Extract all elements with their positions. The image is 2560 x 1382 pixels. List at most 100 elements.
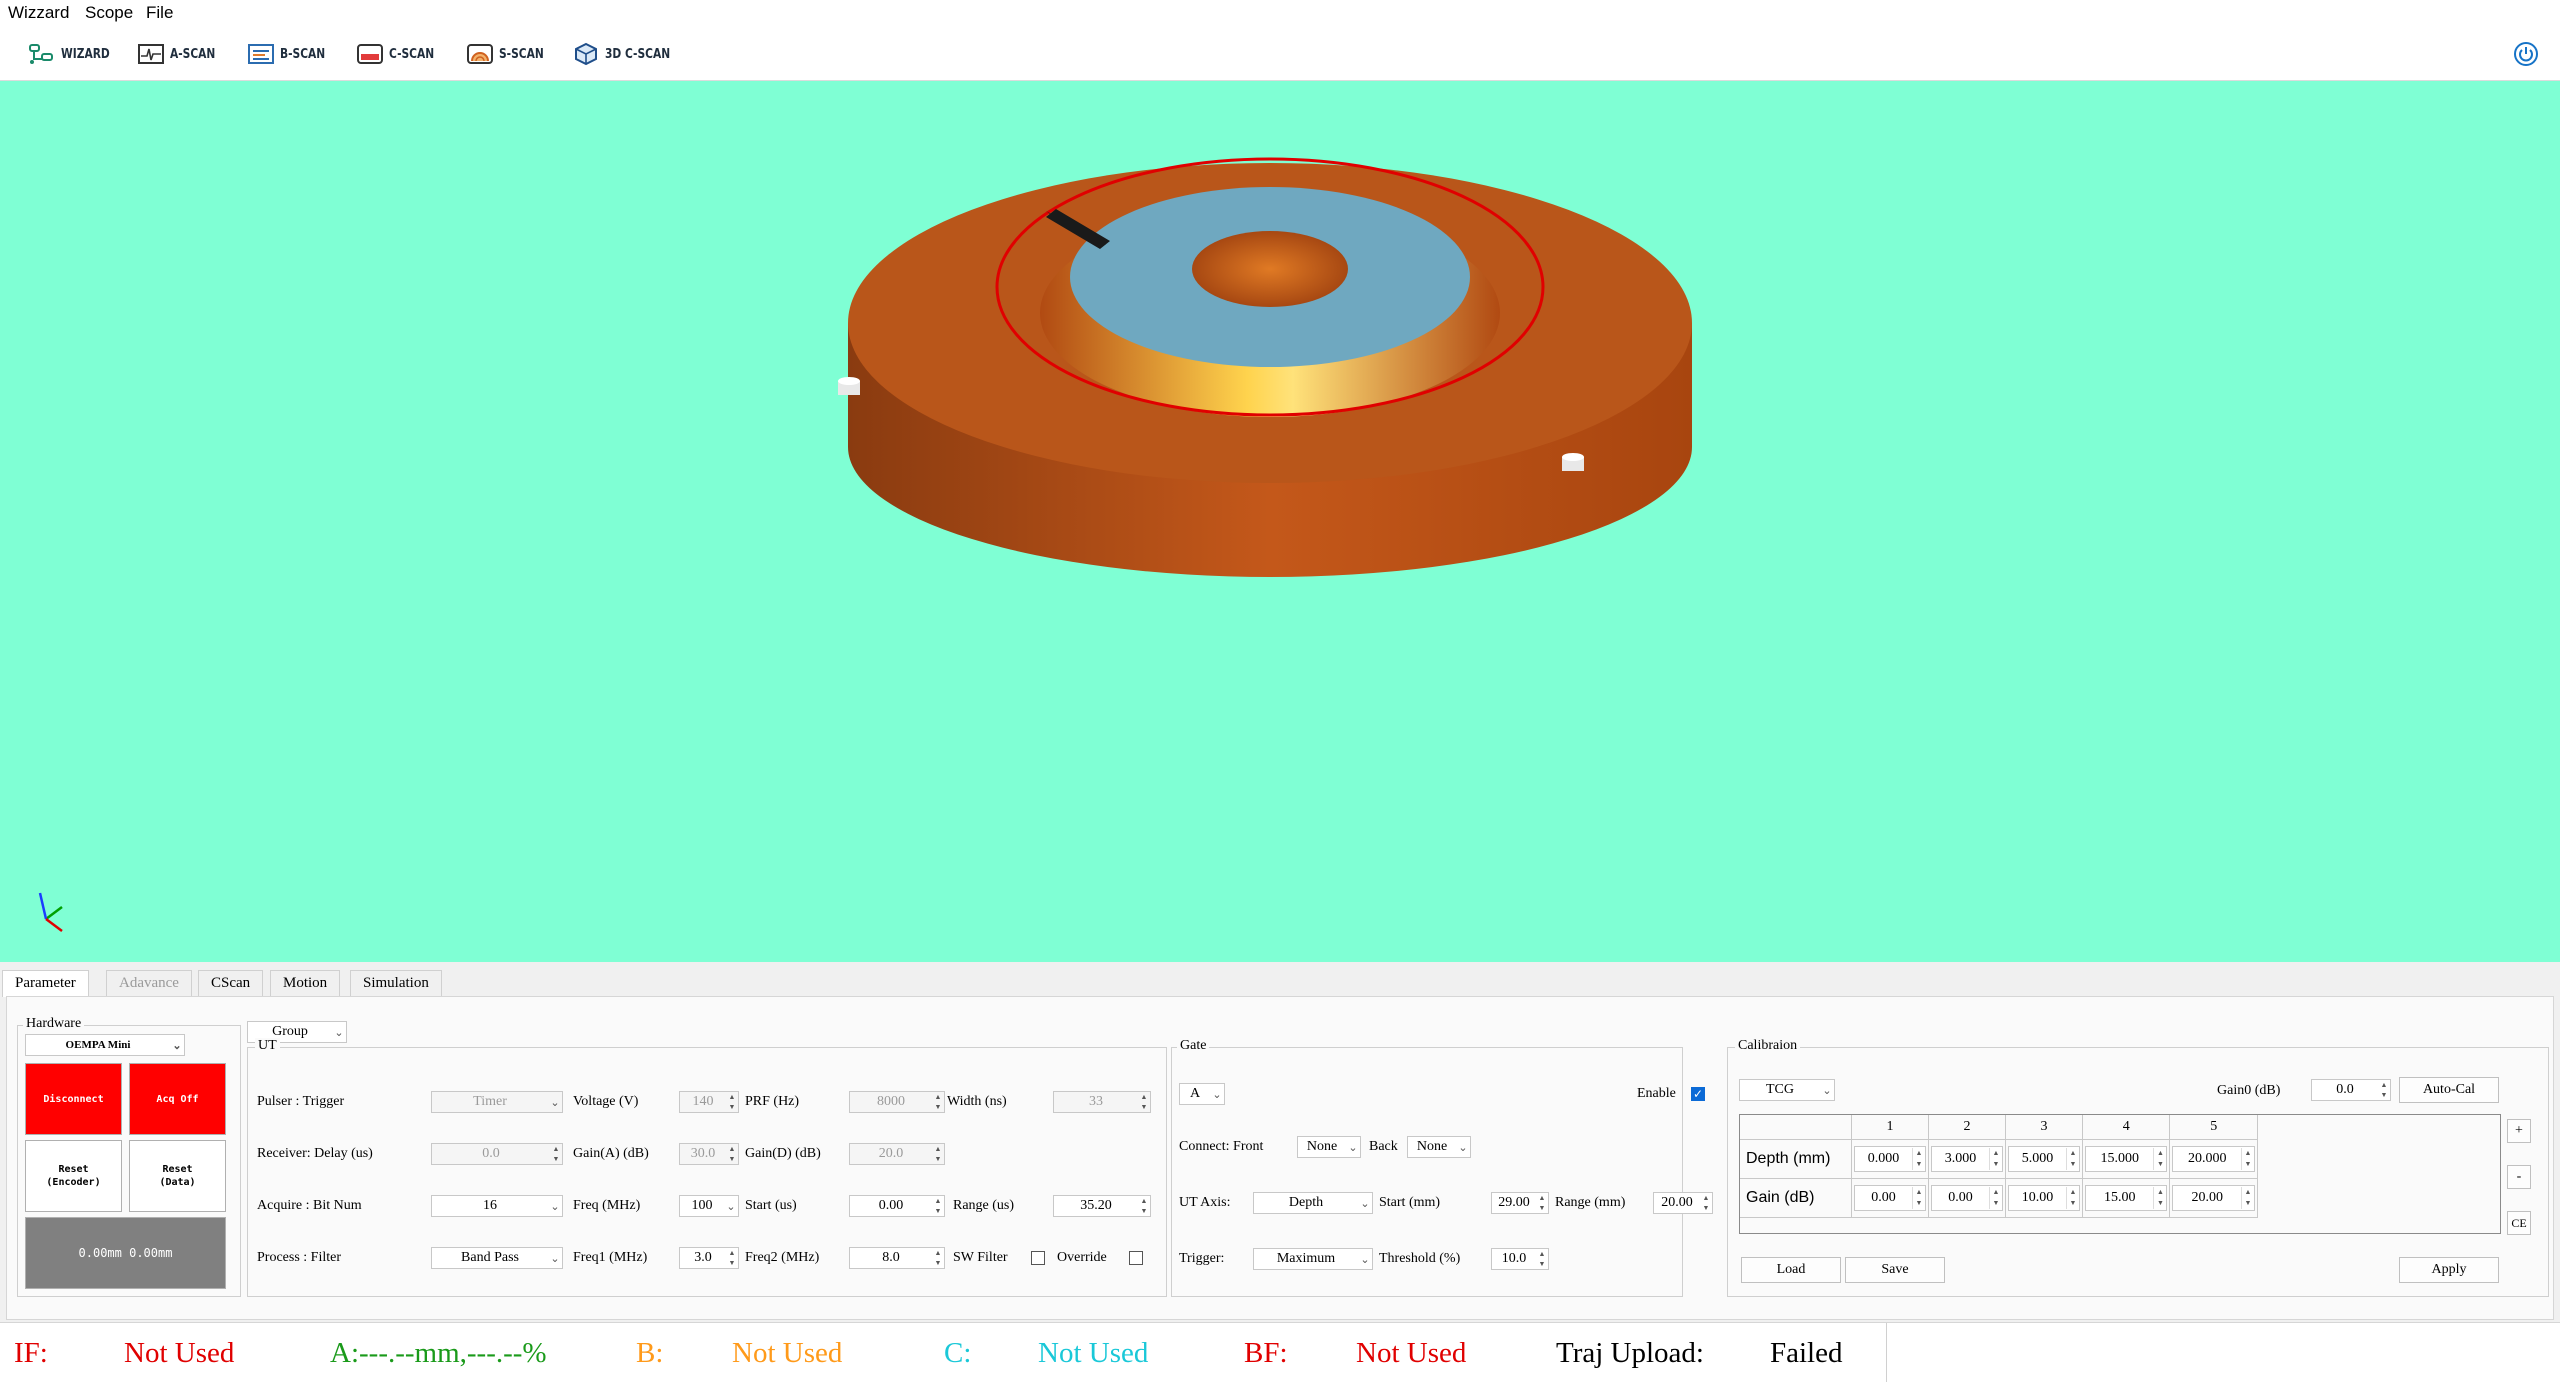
spinner-arrows-icon[interactable]: ▲ ▼ <box>932 1092 944 1112</box>
gain-cell-3[interactable]: 10.00 ▲ ▼ <box>2008 1185 2080 1211</box>
menu-file[interactable]: File <box>146 3 173 23</box>
front-value: None <box>1306 1139 1338 1154</box>
auto-cal-button[interactable]: Auto-Cal <box>2399 1077 2499 1103</box>
tab-advance[interactable]: Adavance <box>106 970 192 997</box>
depth-cell-3[interactable]: 5.000 ▲ ▼ <box>2008 1146 2080 1172</box>
spinner-arrows-icon[interactable]: ▲ ▼ <box>932 1196 944 1216</box>
tab-parameter[interactable]: Parameter <box>2 970 89 997</box>
position-readout: 0.00mm 0.00mm <box>25 1217 226 1289</box>
spinner-arrows-icon[interactable]: ▲ ▼ <box>1138 1092 1150 1112</box>
b-label: B: <box>636 1337 664 1369</box>
gain-cell-1[interactable]: 0.00 ▲ ▼ <box>1854 1185 1926 1211</box>
ascan-button[interactable]: A-SCAN <box>137 40 225 68</box>
cal-mode-select[interactable]: TCG ⌄ <box>1739 1079 1835 1101</box>
reset-data-button[interactable]: Reset (Data) <box>129 1140 226 1212</box>
ce-button[interactable]: CE <box>2507 1211 2531 1235</box>
spinner-arrows-icon[interactable]: ▲ ▼ <box>2153 1148 2166 1170</box>
spinner-arrows-icon[interactable]: ▲ ▼ <box>1700 1193 1712 1213</box>
depth-cell-1[interactable]: 0.000 ▲ ▼ <box>1854 1146 1926 1172</box>
disconnect-button[interactable]: Disconnect <box>25 1063 122 1135</box>
gate-start-label: Start (mm) <box>1379 1195 1441 1210</box>
trigger-select[interactable]: Timer ⌄ <box>431 1091 563 1113</box>
delay-spinbox[interactable]: 0.0 ▲ ▼ <box>431 1143 563 1165</box>
threshold-spinbox[interactable]: 10.0 ▲ ▼ <box>1491 1248 1549 1270</box>
prf-spinbox[interactable]: 8000 ▲ ▼ <box>849 1091 945 1113</box>
gain-cell-5[interactable]: 20.00 ▲ ▼ <box>2172 1185 2255 1211</box>
gain-value: 0.00 <box>1871 1190 1896 1205</box>
spinner-arrows-icon[interactable]: ▲ ▼ <box>2066 1148 2079 1170</box>
spinner-arrows-icon[interactable]: ▲ ▼ <box>726 1144 738 1164</box>
freq-select[interactable]: 100 ⌄ <box>679 1195 739 1217</box>
gain0-spinbox[interactable]: 0.0 ▲ ▼ <box>2311 1079 2391 1101</box>
ut-axis-select[interactable]: Depth ⌄ <box>1253 1192 1373 1214</box>
cscan-button[interactable]: C-SCAN <box>356 40 444 68</box>
spinner-arrows-icon[interactable]: ▲ ▼ <box>1989 1187 2002 1209</box>
reset-encoder-button[interactable]: Reset (Encoder) <box>25 1140 122 1212</box>
back-select[interactable]: None ⌄ <box>1407 1136 1471 1158</box>
spinner-arrows-icon[interactable]: ▲ ▼ <box>726 1248 738 1268</box>
freq1-spinbox[interactable]: 3.0 ▲ ▼ <box>679 1247 739 1269</box>
spinner-arrows-icon[interactable]: ▲ ▼ <box>1912 1148 1925 1170</box>
3d-viewport[interactable] <box>0 81 2560 962</box>
gain-cell-4[interactable]: 15.00 ▲ ▼ <box>2085 1185 2168 1211</box>
gaind-spinbox[interactable]: 20.0 ▲ ▼ <box>849 1143 945 1165</box>
acq-off-button[interactable]: Acq Off <box>129 1063 226 1135</box>
spinner-arrows-icon[interactable]: ▲ ▼ <box>2241 1148 2254 1170</box>
spinner-arrows-icon[interactable]: ▲ ▼ <box>2378 1080 2390 1100</box>
depth-cell-5[interactable]: 20.000 ▲ ▼ <box>2172 1146 2255 1172</box>
start-spinbox[interactable]: 0.00 ▲ ▼ <box>849 1195 945 1217</box>
spinner-arrows-icon[interactable]: ▲ ▼ <box>1989 1148 2002 1170</box>
swfilter-checkbox[interactable] <box>1031 1251 1045 1265</box>
gate-select[interactable]: A ⌄ <box>1179 1083 1225 1105</box>
gain-cell-2[interactable]: 0.00 ▲ ▼ <box>1931 1185 2003 1211</box>
spinner-arrows-icon[interactable]: ▲ ▼ <box>550 1144 562 1164</box>
tcg-col-header: 1 <box>1851 1114 1929 1140</box>
enable-checkbox[interactable] <box>1691 1087 1705 1101</box>
load-button[interactable]: Load <box>1741 1257 1841 1283</box>
tab-simulation[interactable]: Simulation <box>350 970 442 997</box>
spinner-arrows-icon[interactable]: ▲ ▼ <box>1536 1193 1548 1213</box>
bscan-button[interactable]: B-SCAN <box>247 40 335 68</box>
sscan-button[interactable]: S-SCAN <box>466 40 554 68</box>
gate-trigger-select[interactable]: Maximum ⌄ <box>1253 1248 1373 1270</box>
tab-cscan[interactable]: CScan <box>198 970 264 997</box>
add-point-button[interactable]: + <box>2507 1119 2531 1143</box>
gaina-spinbox[interactable]: 30.0 ▲ ▼ <box>679 1143 739 1165</box>
gaina-value: 30.0 <box>690 1146 716 1161</box>
filter-select[interactable]: Band Pass ⌄ <box>431 1247 563 1269</box>
spinner-arrows-icon[interactable]: ▲ ▼ <box>1912 1187 1925 1209</box>
remove-point-button[interactable]: - <box>2507 1165 2531 1189</box>
spinner-arrows-icon[interactable]: ▲ ▼ <box>932 1144 944 1164</box>
spinner-arrows-icon[interactable]: ▲ ▼ <box>726 1092 738 1112</box>
range-spinbox[interactable]: 35.20 ▲ ▼ <box>1053 1195 1151 1217</box>
spinner-arrows-icon[interactable]: ▲ ▼ <box>932 1248 944 1268</box>
chevron-down-icon: ⌄ <box>1360 1253 1370 1266</box>
tab-motion[interactable]: Motion <box>270 970 341 997</box>
chevron-down-icon: ⌄ <box>1458 1141 1468 1154</box>
gate-start-spinbox[interactable]: 29.00 ▲ ▼ <box>1491 1192 1549 1214</box>
width-spinbox[interactable]: 33 ▲ ▼ <box>1053 1091 1151 1113</box>
spinner-arrows-icon[interactable]: ▲ ▼ <box>1536 1249 1548 1269</box>
wizard-button[interactable]: WIZARD <box>28 40 120 68</box>
bitnum-select[interactable]: 16 ⌄ <box>431 1195 563 1217</box>
depth-cell-4[interactable]: 15.000 ▲ ▼ <box>2085 1146 2168 1172</box>
save-button[interactable]: Save <box>1845 1257 1945 1283</box>
menu-wizzard[interactable]: Wizzard <box>8 3 69 23</box>
prf-label: PRF (Hz) <box>745 1094 800 1109</box>
gate-range-spinbox[interactable]: 20.00 ▲ ▼ <box>1653 1192 1713 1214</box>
spinner-arrows-icon[interactable]: ▲ ▼ <box>1138 1196 1150 1216</box>
3d-cscan-button[interactable]: 3D C-SCAN <box>572 40 684 68</box>
spinner-arrows-icon[interactable]: ▲ ▼ <box>2241 1187 2254 1209</box>
spinner-arrows-icon[interactable]: ▲ ▼ <box>2153 1187 2166 1209</box>
freq2-spinbox[interactable]: 8.0 ▲ ▼ <box>849 1247 945 1269</box>
depth-cell-2[interactable]: 3.000 ▲ ▼ <box>1931 1146 2003 1172</box>
override-checkbox[interactable] <box>1129 1251 1143 1265</box>
voltage-spinbox[interactable]: 140 ▲ ▼ <box>679 1091 739 1113</box>
range-value: 35.20 <box>1080 1198 1112 1213</box>
apply-button[interactable]: Apply <box>2399 1257 2499 1283</box>
device-select[interactable]: OEMPA Mini ⌄ <box>25 1034 185 1056</box>
menu-scope[interactable]: Scope <box>85 3 133 23</box>
front-select[interactable]: None ⌄ <box>1297 1136 1361 1158</box>
spinner-arrows-icon[interactable]: ▲ ▼ <box>2066 1187 2079 1209</box>
power-icon[interactable] <box>2512 40 2540 68</box>
